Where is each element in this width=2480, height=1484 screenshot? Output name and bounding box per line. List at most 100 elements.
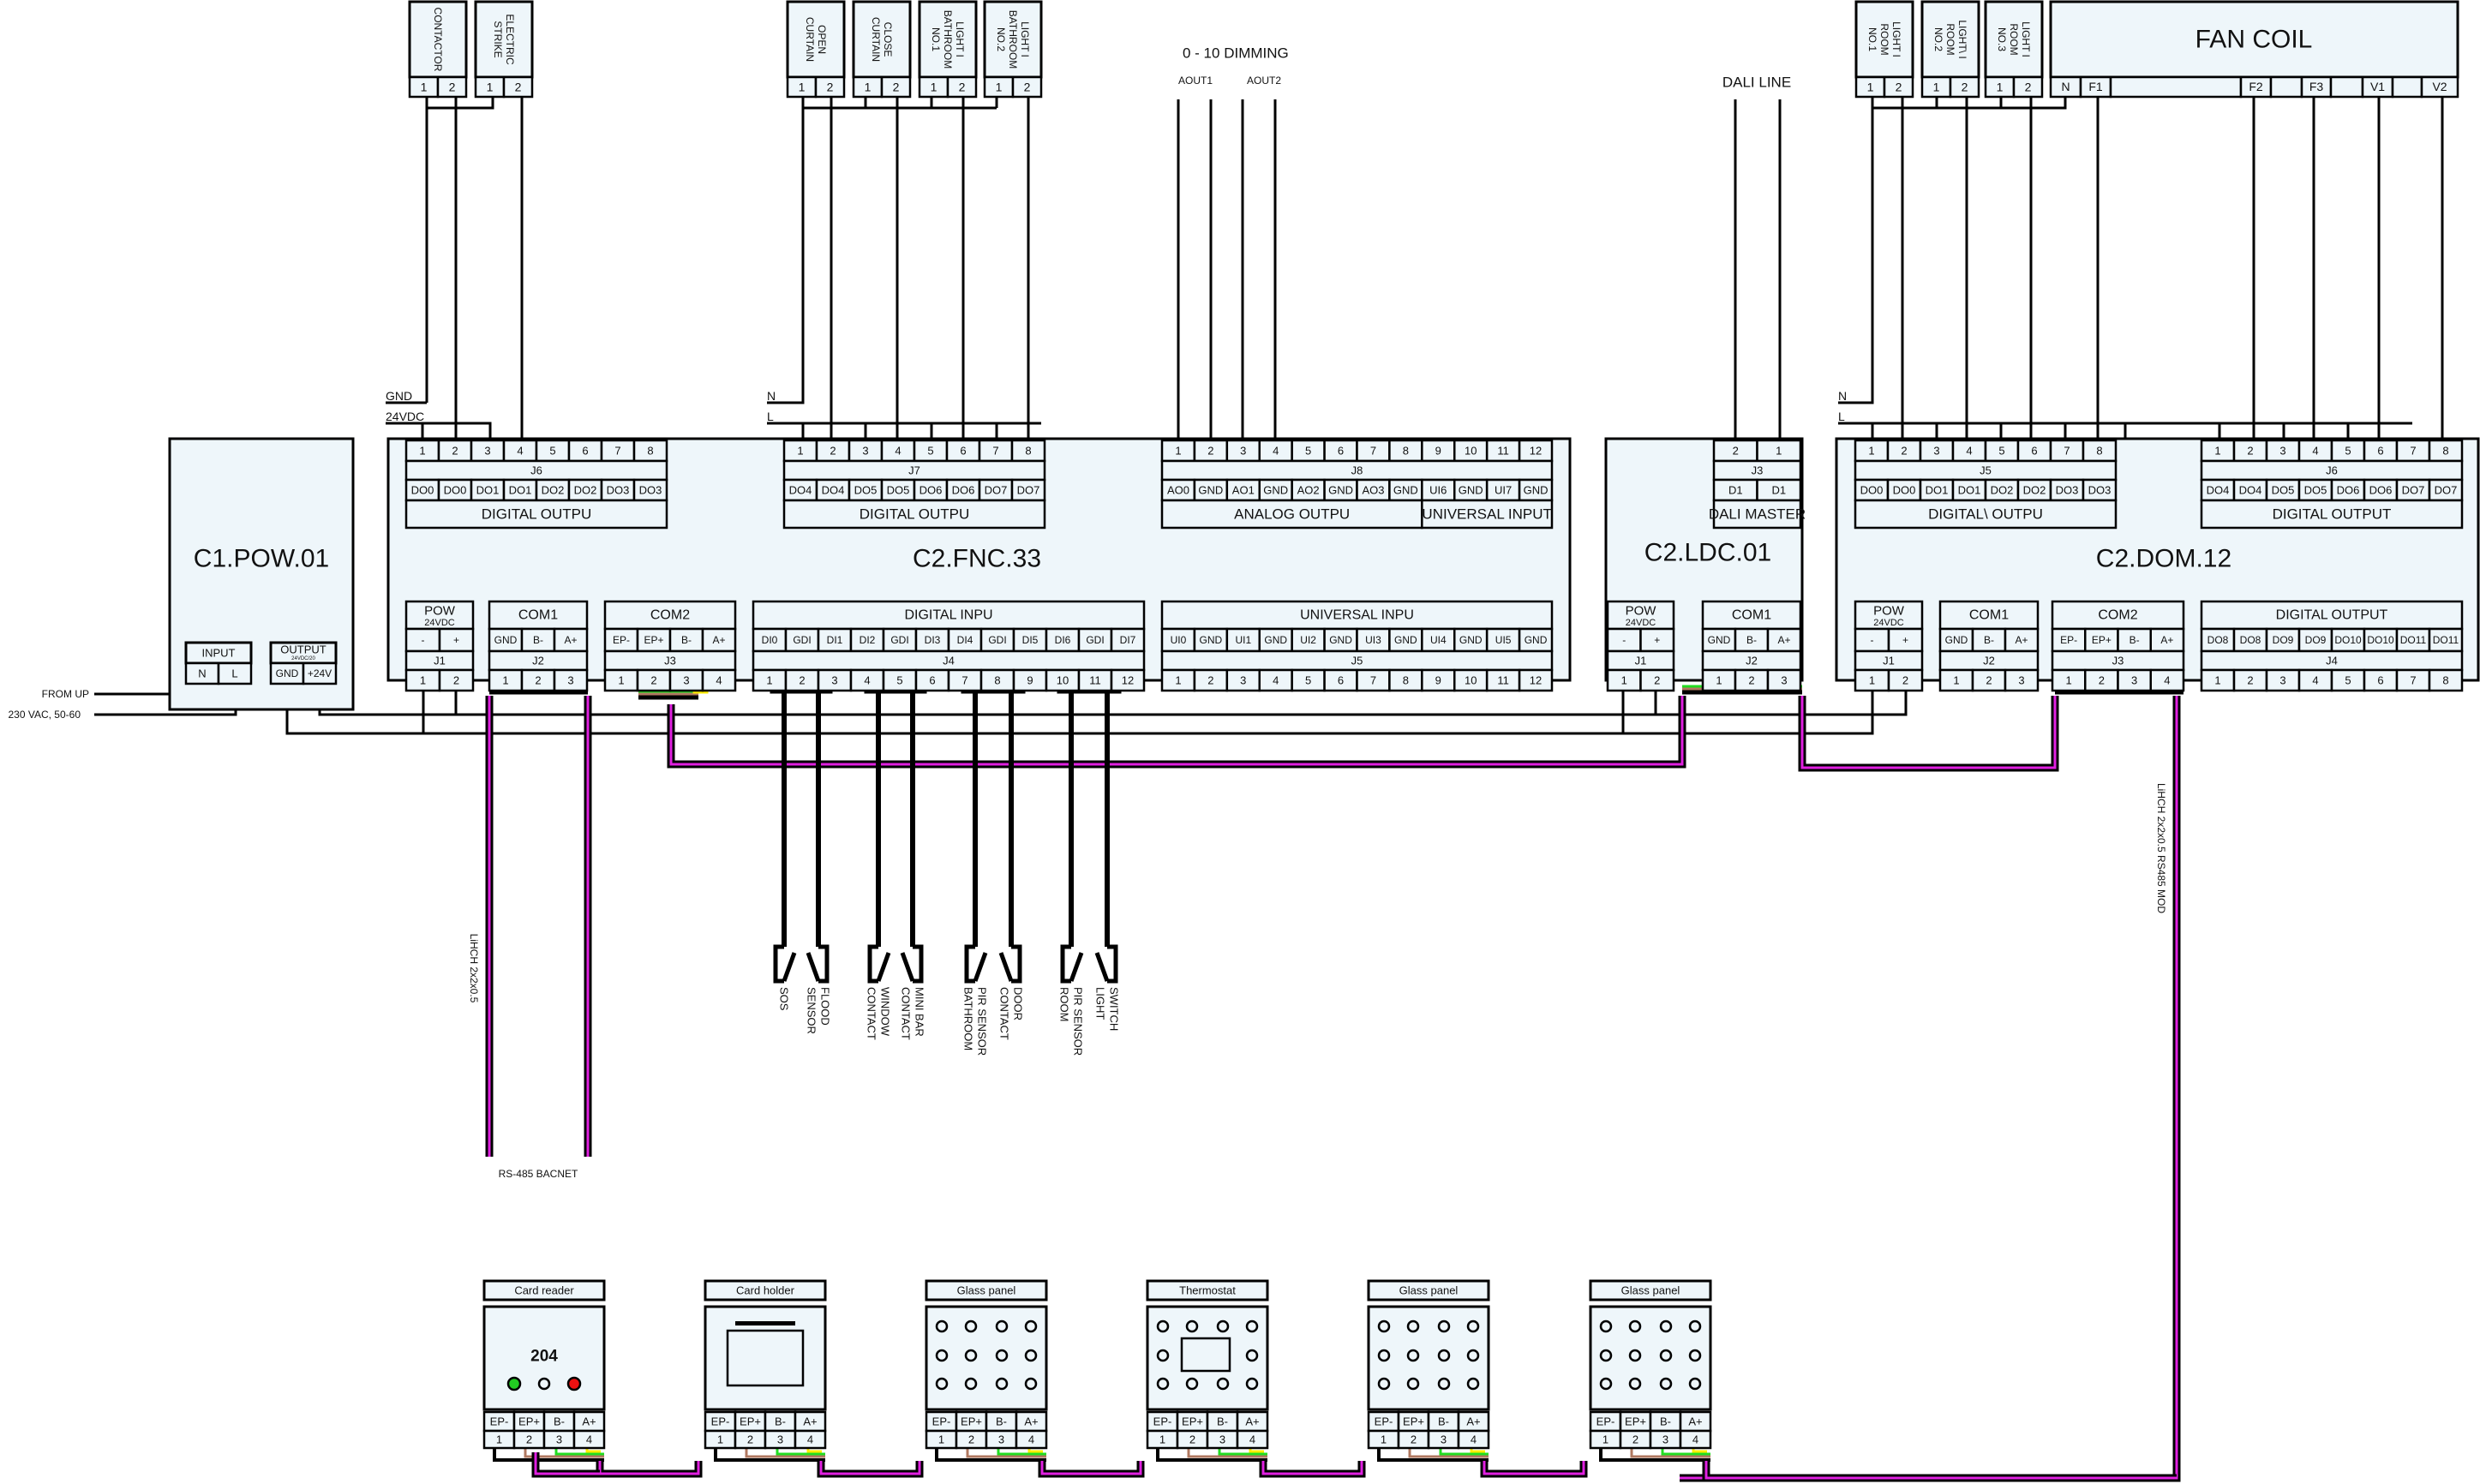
fnc-j7-sig-text: DO7 [985,484,1008,497]
fnc-j8-sig-text: UI7 [1495,484,1512,497]
dom-j4-num-text: 8 [2442,674,2448,687]
fnc-j7-id-text: J7 [908,464,920,477]
fnc-j2-num-text: 3 [567,674,573,687]
bus-device-chain [1259,1461,1366,1478]
bus-device-chain [817,1461,924,1478]
ldc-j1-title-text: POW [1626,604,1657,619]
fnc-j8-sig-text: AO3 [1362,484,1384,497]
fnc-j6-num-text: 3 [484,445,490,458]
bus-ldc-dom [1798,696,2059,772]
sensor-label: SWITCH [1108,987,1121,1031]
room-device-num-text: 2 [1632,1433,1638,1446]
dom-j5-num-text: 7 [2064,445,2070,458]
dom-j6-sig-text: DO6 [2369,484,2393,497]
dom-j5-num-text: 1 [1868,445,1874,458]
fnc-j4-num-text: 5 [896,674,902,687]
l-mid-label: L [767,410,774,423]
mains-label: 230 VAC, 50-60 [9,709,81,721]
ldc-j1-num-text: 1 [1621,674,1627,687]
fnc-j2-num-text: 1 [502,674,508,687]
field-device-label: ROOM [1878,23,1890,55]
n-right-label: N [1838,389,1847,403]
dom-j6-sig-text: DO7 [2435,484,2458,497]
dom-j4-title-text: DIGITAL OUTPUT [2276,608,2388,623]
bus-mod [1680,696,2181,1482]
sensor-label: ROOM [1058,987,1071,1021]
ldc-j1-sig-text: + [1654,634,1660,646]
dom-j4-num-text: 6 [2377,674,2383,687]
field-device-label: LIGHT I [954,21,966,57]
pow-output-label-text: OUTPUT [280,643,326,656]
aout2-label: AOUT2 [1247,75,1281,87]
dom-j4-sig-text: DO10 [2334,634,2362,646]
dom-j6-sig-text: DO6 [2337,484,2360,497]
field-device-pin-text: 1 [996,81,1003,94]
fnc-j8-sig-text: GND [1263,484,1288,497]
dom-j4-num-text: 1 [2214,674,2220,687]
dom-j1-title-text: POW [1873,604,1905,619]
pow-input-pin-text: N [198,667,206,680]
dimming-label: 0 - 10 DIMMING [1183,45,1289,62]
room-device-num-text: 4 [1028,1433,1034,1446]
pow-output-sub-text: 24VDC/20 [291,656,315,661]
dom-j5-id-text: J5 [1980,464,1992,477]
field-device-label: BATHROOM [1007,10,1019,69]
fnc-j4-num-text: 12 [1122,674,1134,687]
ldc-j3-sig-text: D1 [1771,484,1786,497]
dom-j5-sig-text: DO2 [1991,484,2014,497]
dom-j4-num-text: 5 [2345,674,2351,687]
fnc-j1-id-text: J1 [434,655,446,667]
fnc-j4-num-text: 7 [961,674,967,687]
fnc-j6-sig-text: DO3 [607,484,630,497]
dom-j5-sig-text: DO1 [1926,484,1949,497]
fnc-j4-num-text: 9 [1027,674,1033,687]
aout1-label: AOUT1 [1178,75,1213,87]
room-device-sig-text: EP+ [1403,1415,1424,1428]
fnc-j6-sig-text: DO0 [411,484,434,497]
fan-coil-terminal [2109,75,2243,99]
ldc-j3-num-text: 2 [1733,445,1739,458]
bus-device-chain [596,1461,703,1478]
fnc-j8-num-text: 11 [1497,445,1509,458]
fnc-j7-sig-text: DO4 [822,484,845,497]
sensor-switch-icon [913,944,924,984]
dom-j4-sig-text: DO8 [2207,634,2229,646]
fnc-j5-num-text: 2 [1207,674,1213,687]
sensor-label: PIR SENSOR [1072,987,1085,1056]
field-device-label: CLOSE [882,22,894,57]
fnc-j8-num-text: 1 [1175,445,1181,458]
fnc-j5-sig-text: GND [1525,634,1548,646]
dom-j2-sig-text: A+ [2015,634,2028,646]
field-device-label: CONTACTOR [432,8,444,72]
fnc-j4-num-text: 2 [799,674,805,687]
fnc-j5-sig-text: GND [1200,634,1223,646]
fnc-j6-sig-text: DO0 [444,484,467,497]
field-device-label: STRIKE [492,21,504,57]
sensor-label: DOOR [1012,987,1025,1020]
fnc-j5-sig-text: UI4 [1430,634,1447,646]
wires-layer [94,97,2444,1482]
dom-j6-sig-text: DO4 [2239,484,2262,497]
fan-coil-terminal [2329,75,2364,99]
fnc-j4-num-text: 6 [929,674,935,687]
fnc-j3-sig-text: B- [681,634,692,646]
fnc-j8-sig-text: AO1 [1232,484,1255,497]
fnc-j3-sig-text: EP- [613,634,630,646]
fan-coil-terminal-text: V1 [2370,80,2385,93]
dom-j5-sig-text: DO1 [1958,484,1981,497]
fnc-j6-num-text: 8 [647,445,653,458]
fan-coil-terminal [2391,75,2423,99]
dom-j5-num-text: 4 [1966,445,1972,458]
field-device-label: NO.2 [995,27,1007,51]
dom-j1-sig-text: + [1902,634,1908,646]
dom-j6-num-text: 2 [2247,445,2253,458]
sensor-label: BATHROOM [962,987,975,1050]
n-mid-label: N [767,389,776,403]
dom-j5-num-text: 5 [1998,445,2004,458]
room-device-sig-text: EP+ [518,1415,540,1428]
ldc-j2-num-text: 2 [1748,674,1754,687]
field-device-label: CURTAIN [804,17,816,62]
fnc-j5-num-text: 9 [1435,674,1441,687]
room-device-num-text: 1 [1602,1433,1608,1446]
rs485-bacnet-label: RS-485 BACNET [499,1168,578,1180]
